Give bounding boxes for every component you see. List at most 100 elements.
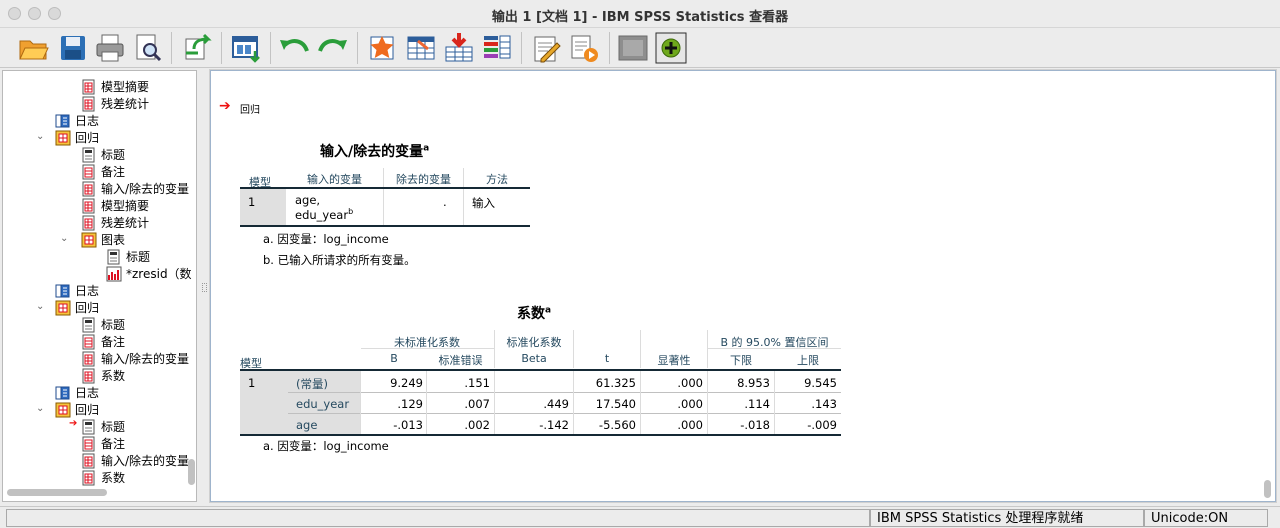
run-script-icon[interactable] [567, 31, 601, 65]
table2-cell-sig: .000 [677, 376, 703, 390]
outline-item[interactable]: 备注 [81, 333, 125, 350]
outline-item-label: 回归 [75, 131, 100, 145]
outline-item[interactable]: 残差统计 [81, 214, 149, 231]
outline-item[interactable]: 日志 [55, 384, 99, 401]
table2-header-upper: 上限 [797, 354, 819, 367]
splitter-grip-icon[interactable] [202, 283, 207, 292]
outline-item-label: 备注 [101, 335, 126, 349]
outline-item[interactable]: 模型摘要 [81, 78, 149, 95]
outline-item-label: 回归 [75, 403, 100, 417]
table2-cell-upper: 9.545 [804, 376, 837, 390]
table2-title[interactable]: 系数a [517, 303, 551, 323]
table2-header-se: 标准错误 [438, 354, 483, 367]
procedure-icon [55, 130, 71, 145]
outline-item[interactable]: 日志 [55, 112, 99, 129]
table2-cell-lower: -.018 [740, 418, 770, 432]
outline-pane[interactable]: 模型摘要 残差统计 日志 ⌄ 回归 标题 备注 输入/除去的变量 模型摘要 残差… [2, 70, 197, 502]
table2-row-label: edu_year [296, 397, 350, 411]
table2-cell-lower: 8.953 [737, 376, 770, 390]
outline-item-label: 标题 [101, 148, 126, 162]
outline-item[interactable]: 系数 [81, 367, 125, 384]
outline-item[interactable]: 标题 [81, 146, 125, 163]
outline-item[interactable]: 备注 [81, 435, 125, 452]
outline-item[interactable]: *zresid（数 [106, 265, 192, 282]
collapse-toggle-icon[interactable]: ⌄ [60, 233, 68, 244]
log-icon [55, 114, 70, 127]
table2-cell-lower: .114 [744, 397, 770, 411]
table2-cell-t: -5.560 [598, 418, 636, 432]
outline-item[interactable]: 回归 [55, 401, 99, 418]
table1-footnote-b: b. 已输入所请求的所有变量。 [263, 253, 416, 267]
outline-item[interactable]: 回归 [55, 129, 99, 146]
content-vertical-scrollbar[interactable] [1264, 480, 1271, 498]
table2-cell-t: 17.540 [595, 397, 636, 411]
outline-item[interactable]: 残差统计 [81, 95, 149, 112]
outline-item-label: 备注 [101, 165, 126, 179]
outline-item[interactable]: 输入/除去的变量 [81, 452, 189, 469]
table2-cell-upper: -.009 [807, 418, 837, 432]
title-bar: 输出 1 [文档 1] - IBM SPSS Statistics 查看器 [0, 0, 1280, 28]
outline-item[interactable]: 输入/除去的变量 [81, 350, 189, 367]
export-icon[interactable] [180, 31, 214, 65]
outline-horizontal-scrollbar[interactable] [7, 489, 107, 496]
outline-vertical-scrollbar[interactable] [188, 459, 195, 485]
variables-icon[interactable] [480, 31, 514, 65]
outline-item-label: 日志 [75, 114, 100, 128]
redo-icon[interactable] [316, 31, 350, 65]
notes-icon [82, 334, 95, 349]
hide-icon[interactable] [616, 31, 650, 65]
table2-model-cell: 1 [248, 376, 256, 390]
goto-case-icon[interactable] [365, 31, 399, 65]
table2-cell-beta: -.142 [539, 418, 569, 432]
table1-entered-cell: age, edu_yearb [295, 194, 353, 221]
table2-header-t: t [604, 352, 610, 365]
outline-item[interactable]: 图表 [81, 231, 125, 248]
outline-item-label: 模型摘要 [101, 80, 150, 94]
undo-icon[interactable] [277, 31, 311, 65]
output-content-pane[interactable]: ➔ 回归 输入/除去的变量a 模型 输入的变量 除去的变量 方法 1 age, … [209, 69, 1277, 503]
outline-item-label: *zresid（数 [126, 267, 192, 281]
outline-item[interactable]: 备注 [81, 163, 125, 180]
outline-item[interactable]: 回归 [55, 299, 99, 316]
outline-item[interactable]: 系数 [81, 469, 125, 486]
table2-cell-se: .007 [464, 397, 490, 411]
outline-item-label: 日志 [75, 284, 100, 298]
window-title: 输出 1 [文档 1] - IBM SPSS Statistics 查看器 [491, 10, 789, 25]
collapse-toggle-icon[interactable]: ⌄ [36, 403, 44, 414]
recall-dialog-icon[interactable] [229, 31, 263, 65]
print-icon[interactable] [93, 31, 127, 65]
table2-row-label: age [296, 418, 318, 432]
title-icon [82, 317, 95, 332]
current-item-arrow-icon: ➔ [69, 418, 78, 429]
promote-icon[interactable] [654, 31, 688, 65]
outline-item-label: 备注 [101, 437, 126, 451]
outline-item[interactable]: 模型摘要 [81, 197, 149, 214]
outline-item-label: 系数 [101, 471, 126, 485]
table-icon [82, 470, 95, 485]
print-preview-icon[interactable] [131, 31, 165, 65]
table-icon [82, 351, 95, 366]
goto-variable-icon[interactable] [404, 31, 438, 65]
outline-item[interactable]: 标题 [106, 248, 150, 265]
designate-window-icon[interactable] [529, 31, 563, 65]
open-icon[interactable] [16, 31, 50, 65]
table1-method-cell: 输入 [472, 196, 495, 210]
table1-title[interactable]: 输入/除去的变量a [320, 141, 429, 161]
table2-title-superscript: a [545, 305, 552, 316]
table1-entered-line1: age, [295, 193, 321, 207]
procedure-icon [55, 402, 71, 417]
outline-item-label: 输入/除去的变量 [101, 182, 190, 196]
title-icon [107, 249, 120, 264]
insert-cases-icon[interactable] [442, 31, 476, 65]
outline-item-selected[interactable]: 标题 [81, 418, 125, 435]
table2-cell-upper: .143 [811, 397, 837, 411]
save-icon[interactable] [56, 31, 90, 65]
outline-item[interactable]: 输入/除去的变量 [81, 180, 189, 197]
collapse-toggle-icon[interactable]: ⌄ [36, 131, 44, 142]
collapse-toggle-icon[interactable]: ⌄ [36, 301, 44, 312]
table1-entered-superscript: b [348, 207, 354, 216]
outline-item[interactable]: 标题 [81, 316, 125, 333]
outline-item[interactable]: 日志 [55, 282, 99, 299]
table2-cell-se: .151 [464, 376, 490, 390]
table2-header-sig: 显著性 [657, 354, 691, 367]
